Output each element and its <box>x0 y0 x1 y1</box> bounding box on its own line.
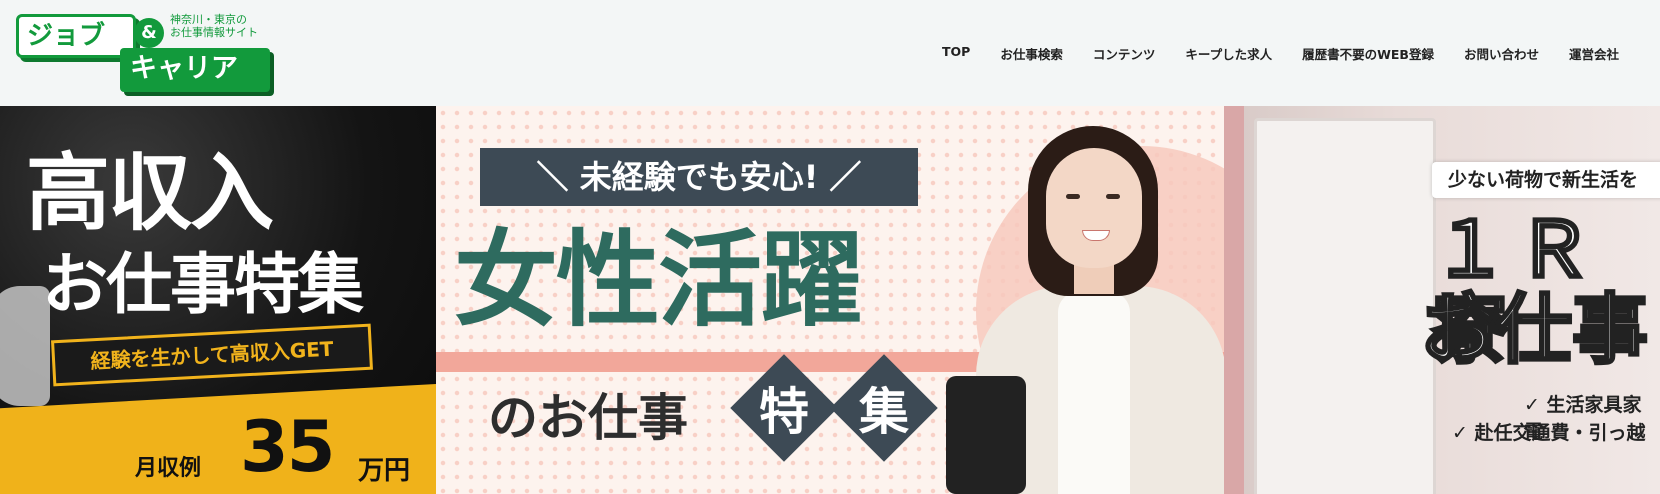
slide-title-line1: 高収入 <box>26 144 274 242</box>
salary-value: 35 <box>240 406 335 488</box>
slide-women-active[interactable]: ＼ 未経験でも安心! ／ 女性活躍 のお仕事 特 集 <box>436 106 1224 494</box>
nav-item-contact[interactable]: お問い合わせ <box>1449 44 1554 63</box>
nav-item-job-search[interactable]: お仕事検索 <box>985 44 1078 63</box>
woman-top <box>1058 292 1130 494</box>
nav-item-kept-jobs[interactable]: キープした求人 <box>1170 44 1287 63</box>
woman-photo <box>946 126 1224 494</box>
diamond-badge: 集 <box>830 354 938 462</box>
slide-main-title-line2: お仕事 <box>1419 285 1650 374</box>
nav-item-top[interactable]: TOP <box>927 44 985 63</box>
nav-item-company[interactable]: 運営会社 <box>1554 44 1634 63</box>
slide-1r-dorm[interactable]: 少ない荷物で新生活を １Ｒ寮 お仕事 ✓ 生活家具家電 ✓ 赴任交通費・引っ越 <box>1224 106 1660 494</box>
salary-unit: 万円 <box>358 456 411 486</box>
woman-neck <box>1074 264 1114 294</box>
woman-bag <box>946 376 1026 494</box>
site-header: ジョブ & キャリア 神奈川・東京の お仕事情報サイト TOP お仕事検索 コン… <box>0 0 1660 106</box>
site-logo[interactable]: ジョブ & キャリア 神奈川・東京の お仕事情報サイト <box>16 8 270 92</box>
diamond-text: 特 <box>759 383 809 441</box>
nav-item-contents[interactable]: コンテンツ <box>1078 44 1171 63</box>
slide-high-income[interactable]: 高収入 お仕事特集 経験を生かして高収入GET 月収例 35 万円 <box>0 106 436 494</box>
logo-ampersand: & <box>134 18 164 48</box>
feature-check: ✓ 赴任交通費・引っ越 <box>1452 422 1646 444</box>
slide-title-line2: お仕事特集 <box>42 246 364 323</box>
main-nav: TOP お仕事検索 コンテンツ キープした求人 履歴書不要のWEB登録 お問い合… <box>927 44 1634 63</box>
room-pink-wall <box>1224 106 1244 494</box>
slide-subtitle: のお仕事 <box>488 389 688 447</box>
diamond-text: 集 <box>859 383 909 441</box>
woman-eye <box>1106 194 1120 199</box>
nav-item-web-registration[interactable]: 履歴書不要のWEB登録 <box>1287 44 1449 63</box>
slide-tag: ＼ 未経験でも安心! ／ <box>480 148 918 206</box>
logo-top-text: ジョブ <box>16 14 136 58</box>
slide-tag: 少ない荷物で新生活を <box>1432 162 1660 198</box>
feature-diamonds: 特 集 <box>730 354 938 462</box>
slide-main-title: 女性活躍 <box>454 219 864 341</box>
salary-prefix: 月収例 <box>135 456 202 481</box>
woman-face <box>1046 148 1142 268</box>
logo-bottom-text: キャリア <box>120 48 270 92</box>
hero-carousel: 高収入 お仕事特集 経験を生かして高収入GET 月収例 35 万円 ＼ 未経験で… <box>0 106 1660 494</box>
logo-tagline: 神奈川・東京の お仕事情報サイト <box>170 13 258 39</box>
woman-eye <box>1066 194 1080 199</box>
diamond-badge: 特 <box>730 354 838 462</box>
room-door <box>1254 118 1436 494</box>
